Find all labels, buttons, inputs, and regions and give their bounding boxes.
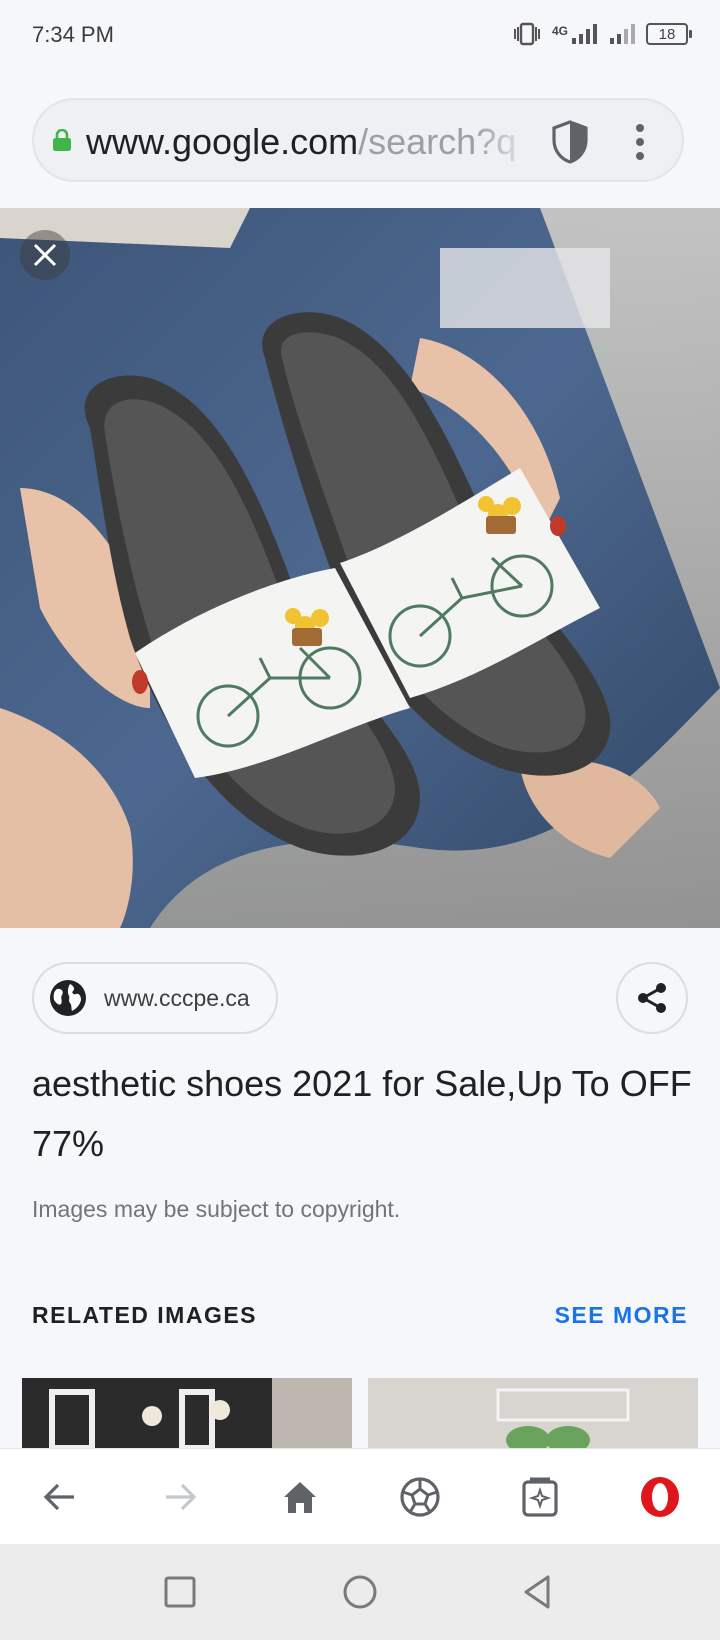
opera-menu-button[interactable] <box>636 1473 684 1521</box>
source-link[interactable]: www.cccpe.ca <box>32 962 278 1034</box>
home-icon <box>284 1482 316 1513</box>
related-image-thumbnail[interactable] <box>368 1378 698 1448</box>
address-bar[interactable]: www.google.com/search?q <box>32 98 684 182</box>
status-time: 7:34 PM <box>32 22 114 47</box>
home-button[interactable] <box>276 1473 324 1521</box>
battery-icon: 18 <box>646 23 692 45</box>
back-button[interactable] <box>36 1473 84 1521</box>
share-icon <box>638 983 666 1013</box>
network-type: 4G <box>551 24 568 38</box>
shield-icon[interactable] <box>548 118 592 166</box>
see-more-link[interactable]: SEE MORE <box>555 1302 688 1329</box>
forward-button[interactable] <box>156 1473 204 1521</box>
recent-apps-icon[interactable] <box>160 1572 200 1612</box>
browser-header: www.google.com/search?q <box>0 72 720 208</box>
tabs-button[interactable] <box>516 1473 564 1521</box>
opera-menu-icon <box>641 1477 679 1517</box>
related-image-1 <box>22 1378 352 1448</box>
system-navigation-bar <box>0 1544 720 1640</box>
battery-level: 18 <box>658 25 676 43</box>
status-icons: 4G 18 <box>512 22 692 46</box>
signal-4g-icon: 4G <box>552 23 598 45</box>
close-button[interactable] <box>20 230 70 280</box>
browser-toolbar <box>0 1448 720 1545</box>
system-back-icon[interactable] <box>518 1572 558 1612</box>
url-fade <box>474 118 534 166</box>
related-images-header: RELATED IMAGES <box>32 1302 258 1328</box>
home-circle-icon[interactable] <box>340 1572 380 1612</box>
copyright-note: Images may be subject to copyright. <box>32 1196 401 1222</box>
speed-dial-button[interactable] <box>396 1473 444 1521</box>
related-image-2 <box>368 1378 698 1448</box>
related-image-thumbnail[interactable] <box>22 1378 352 1448</box>
back-icon <box>43 1483 74 1511</box>
lock-icon <box>53 129 71 151</box>
speed-dial-icon <box>400 1477 440 1517</box>
sandals-photo <box>0 208 720 928</box>
preview-image[interactable] <box>0 208 720 928</box>
image-title[interactable]: aesthetic shoes 2021 for Sale,Up To OFF … <box>32 1054 692 1174</box>
vibrate-icon <box>513 22 540 46</box>
close-icon <box>33 243 57 267</box>
source-domain: www.cccpe.ca <box>104 984 250 1011</box>
share-button[interactable] <box>616 962 688 1034</box>
forward-icon <box>166 1483 197 1511</box>
signal-icon <box>610 24 635 44</box>
url-host: www.google.com <box>86 121 359 162</box>
url-text[interactable]: www.google.com/search?q <box>86 120 526 164</box>
status-bar: 7:34 PM 4G 18 <box>0 0 720 72</box>
globe-icon <box>50 980 86 1016</box>
more-vert-icon[interactable] <box>630 120 650 164</box>
tabs-icon <box>522 1477 558 1517</box>
